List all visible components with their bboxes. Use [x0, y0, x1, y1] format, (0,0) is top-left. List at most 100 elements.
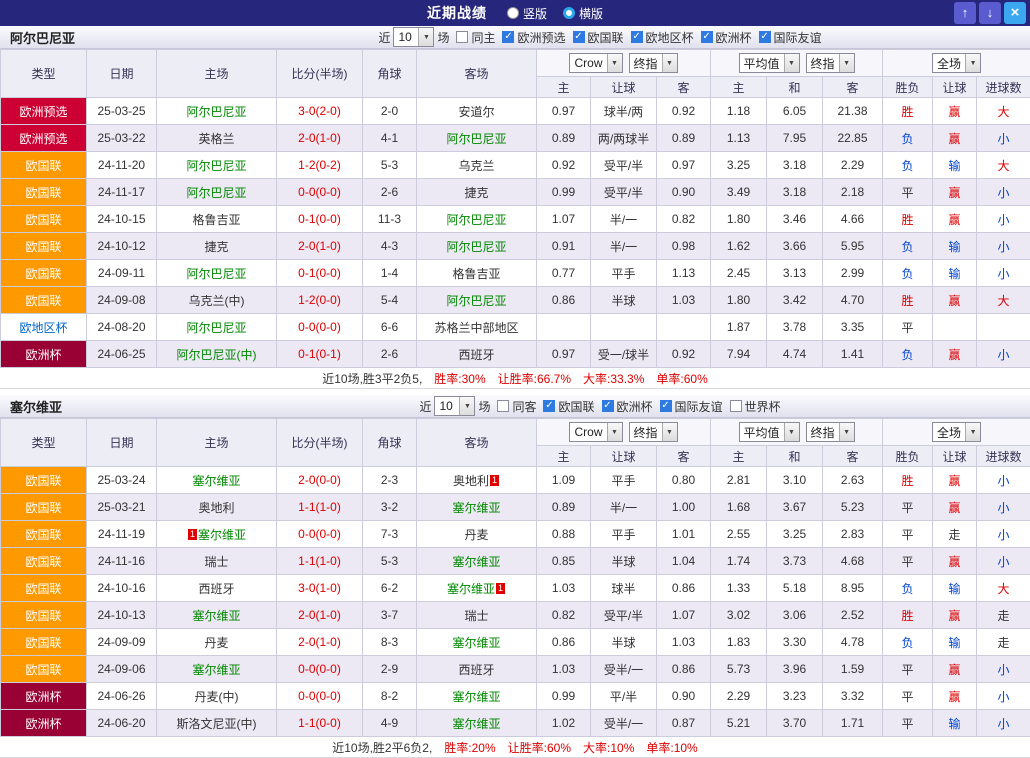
away-team-link[interactable]: 阿尔巴尼亚 [446, 294, 506, 308]
match-score[interactable]: 0-1(0-0) [277, 260, 363, 287]
match-score[interactable]: 2-0(1-0) [277, 602, 363, 629]
filter-checkbox-item[interactable]: ✓国际友谊 [660, 398, 723, 415]
match-score[interactable]: 0-0(0-0) [277, 683, 363, 710]
home-team-link[interactable]: 阿尔巴尼亚 [186, 159, 246, 173]
away-team-link[interactable]: 格鲁吉亚 [452, 267, 500, 281]
checkbox-icon[interactable]: ✓ [660, 400, 672, 412]
checkbox-icon[interactable]: ✓ [543, 400, 555, 412]
match-score[interactable]: 1-2(0-0) [277, 287, 363, 314]
filter-checkbox-item[interactable]: ✓欧洲杯 [602, 398, 653, 415]
home-team-link[interactable]: 斯洛文尼亚(中) [177, 717, 257, 731]
ah-stage-select[interactable]: 终指▼ [629, 422, 678, 442]
match-score[interactable]: 0-1(0-1) [277, 341, 363, 368]
home-team-link[interactable]: 格鲁吉亚 [192, 213, 240, 227]
checkbox-icon[interactable] [730, 400, 742, 412]
home-team-link[interactable]: 瑞士 [204, 555, 228, 569]
home-team-link[interactable]: 乌克兰(中) [189, 294, 245, 308]
match-score[interactable]: 2-0(1-0) [277, 233, 363, 260]
match-score[interactable]: 3-0(1-0) [277, 575, 363, 602]
radio-icon[interactable] [563, 7, 575, 19]
filter-checkbox-item[interactable]: ✓欧国联 [543, 398, 594, 415]
scroll-down-button[interactable]: ↓ [979, 2, 1001, 24]
home-team-link[interactable]: 英格兰 [198, 132, 234, 146]
match-score[interactable]: 3-0(2-0) [277, 98, 363, 125]
matches-count-select[interactable]: 10▼ [393, 27, 434, 47]
match-score[interactable]: 0-0(0-0) [277, 521, 363, 548]
match-score[interactable]: 0-1(0-0) [277, 206, 363, 233]
away-team-link[interactable]: 苏格兰中部地区 [434, 321, 518, 335]
match-score[interactable]: 2-0(1-0) [277, 125, 363, 152]
match-score[interactable]: 1-1(1-0) [277, 494, 363, 521]
filter-checkbox-item[interactable]: 世界杯 [730, 398, 781, 415]
checkbox-icon[interactable]: ✓ [631, 31, 643, 43]
odds-stage-select[interactable]: 终指▼ [806, 53, 855, 73]
filter-checkbox-item[interactable]: ✓欧地区杯 [631, 29, 694, 46]
filter-checkbox-item[interactable]: ✓欧洲杯 [701, 29, 752, 46]
away-team-link[interactable]: 乌克兰 [458, 159, 494, 173]
home-team-link[interactable]: 阿尔巴尼亚 [186, 267, 246, 281]
match-score[interactable]: 0-0(0-0) [277, 656, 363, 683]
filter-checkbox-item[interactable]: 同客 [497, 398, 536, 415]
home-team-link[interactable]: 塞尔维亚 [192, 474, 240, 488]
away-team-link[interactable]: 塞尔维亚 [452, 501, 500, 515]
match-score[interactable]: 0-0(0-0) [277, 179, 363, 206]
home-team-link[interactable]: 丹麦 [204, 636, 228, 650]
home-team-link[interactable]: 捷克 [204, 240, 228, 254]
close-button[interactable]: × [1004, 2, 1026, 24]
match-score[interactable]: 1-2(0-2) [277, 152, 363, 179]
home-team-link[interactable]: 塞尔维亚 [198, 528, 246, 542]
away-team-link[interactable]: 塞尔维亚 [452, 717, 500, 731]
matches-count-select[interactable]: 10▼ [434, 396, 475, 416]
away-team-link[interactable]: 瑞士 [464, 609, 488, 623]
home-team-link[interactable]: 阿尔巴尼亚(中) [177, 348, 257, 362]
home-team-link[interactable]: 西班牙 [198, 582, 234, 596]
match-score[interactable]: 0-0(0-0) [277, 314, 363, 341]
home-team-link[interactable]: 阿尔巴尼亚 [186, 321, 246, 335]
home-team-link[interactable]: 奥地利 [198, 501, 234, 515]
away-team-link[interactable]: 塞尔维亚 [447, 582, 495, 596]
home-team-link[interactable]: 塞尔维亚 [192, 663, 240, 677]
away-team-link[interactable]: 西班牙 [458, 663, 494, 677]
checkbox-icon[interactable] [456, 31, 468, 43]
checkbox-icon[interactable]: ✓ [502, 31, 514, 43]
match-score[interactable]: 1-1(1-0) [277, 548, 363, 575]
away-team-link[interactable]: 安道尔 [458, 105, 494, 119]
home-team-link[interactable]: 阿尔巴尼亚 [186, 105, 246, 119]
checkbox-icon[interactable]: ✓ [701, 31, 713, 43]
away-team-link[interactable]: 塞尔维亚 [452, 636, 500, 650]
checkbox-icon[interactable]: ✓ [573, 31, 585, 43]
filter-checkbox-item[interactable]: ✓国际友谊 [759, 29, 822, 46]
filter-checkbox-item[interactable]: ✓欧国联 [573, 29, 624, 46]
odds-source-select[interactable]: 平均值▼ [739, 53, 800, 73]
checkbox-icon[interactable]: ✓ [602, 400, 614, 412]
match-score[interactable]: 2-0(1-0) [277, 629, 363, 656]
home-team-link[interactable]: 丹麦(中) [195, 690, 239, 704]
away-team-link[interactable]: 丹麦 [464, 528, 488, 542]
checkbox-icon[interactable]: ✓ [759, 31, 771, 43]
match-score[interactable]: 2-0(0-0) [277, 467, 363, 494]
scope-select[interactable]: 全场▼ [932, 53, 981, 73]
match-score[interactable]: 1-1(0-0) [277, 710, 363, 737]
odds-source-select[interactable]: 平均值▼ [739, 422, 800, 442]
away-team-link[interactable]: 西班牙 [458, 348, 494, 362]
away-team-link[interactable]: 捷克 [464, 186, 488, 200]
away-team-link[interactable]: 奥地利 [453, 474, 489, 488]
away-team-link[interactable]: 阿尔巴尼亚 [446, 240, 506, 254]
away-team-link[interactable]: 阿尔巴尼亚 [446, 132, 506, 146]
odds-stage-select[interactable]: 终指▼ [806, 422, 855, 442]
away-team-link[interactable]: 塞尔维亚 [452, 690, 500, 704]
ah-stage-select[interactable]: 终指▼ [629, 53, 678, 73]
away-team-link[interactable]: 阿尔巴尼亚 [446, 213, 506, 227]
scope-select[interactable]: 全场▼ [932, 422, 981, 442]
filter-checkbox-item[interactable]: ✓欧洲预选 [502, 29, 565, 46]
scroll-up-button[interactable]: ↑ [954, 2, 976, 24]
layout-radio-option[interactable]: 竖版 [507, 5, 547, 22]
layout-radio-option[interactable]: 横版 [563, 5, 603, 22]
bookmaker-select[interactable]: Crow▼ [569, 422, 622, 442]
bookmaker-select[interactable]: Crow▼ [569, 53, 622, 73]
home-team-link[interactable]: 阿尔巴尼亚 [186, 186, 246, 200]
away-team-link[interactable]: 塞尔维亚 [452, 555, 500, 569]
checkbox-icon[interactable] [497, 400, 509, 412]
radio-icon[interactable] [507, 7, 519, 19]
filter-checkbox-item[interactable]: 同主 [456, 29, 495, 46]
